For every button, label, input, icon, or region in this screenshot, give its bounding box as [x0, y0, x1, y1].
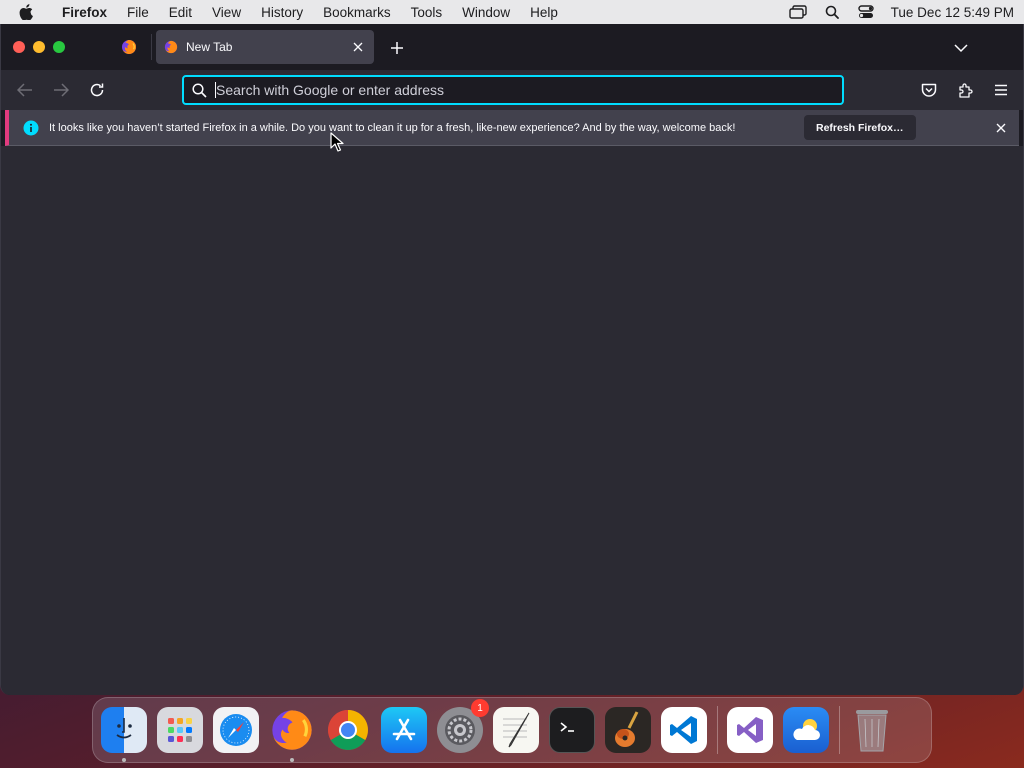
macos-menu-bar: Firefox File Edit View History Bookmarks… [0, 0, 1024, 24]
tab-strip: New Tab [1, 24, 1023, 70]
dock-divider [839, 706, 840, 754]
tab-new-tab[interactable]: New Tab [156, 30, 374, 64]
refresh-firefox-button[interactable]: Refresh Firefox… [804, 115, 916, 140]
forward-button[interactable] [49, 78, 73, 102]
pocket-button[interactable] [917, 78, 941, 102]
pinned-tab-firefox[interactable] [109, 30, 149, 64]
arrow-left-icon [17, 83, 32, 97]
refresh-firefox-notification: It looks like you haven’t started Firefo… [5, 110, 1019, 146]
tab-close-icon[interactable] [350, 39, 366, 55]
menu-bookmarks[interactable]: Bookmarks [313, 0, 401, 24]
window-minimize-button[interactable] [33, 41, 45, 53]
address-bar[interactable] [182, 75, 844, 105]
firefox-window: New Tab Search with Google or enter addr… [0, 24, 1024, 695]
dock-app-store-icon[interactable] [381, 707, 427, 753]
new-tab-page-content[interactable] [1, 146, 1023, 695]
menu-file[interactable]: File [117, 0, 159, 24]
notification-badge: 1 [471, 699, 489, 717]
list-all-tabs-button[interactable] [949, 36, 973, 60]
search-icon [192, 82, 207, 98]
dock-garageband-icon[interactable] [605, 707, 651, 753]
info-icon [23, 120, 39, 135]
dock-terminal-icon[interactable] [549, 707, 595, 753]
reload-button[interactable] [85, 78, 109, 102]
dock-launchpad-icon[interactable] [157, 707, 203, 753]
macos-dock: 1 [92, 697, 932, 763]
notification-close-icon[interactable] [993, 120, 1009, 136]
menubar-clock[interactable]: Tue Dec 12 5:49 PM [883, 5, 1014, 20]
extensions-button[interactable] [953, 78, 977, 102]
menu-view[interactable]: View [202, 0, 251, 24]
firefox-logo-icon [122, 40, 136, 54]
dock-safari-icon[interactable] [213, 707, 259, 753]
dock-trash-icon[interactable] [849, 707, 895, 753]
apple-menu-icon[interactable] [0, 4, 52, 20]
address-input[interactable] [216, 77, 842, 103]
hamburger-menu-icon [995, 84, 1007, 96]
dock-visual-studio-icon[interactable] [727, 707, 773, 753]
menu-app-name[interactable]: Firefox [52, 0, 117, 24]
running-indicator [290, 758, 294, 762]
menu-help[interactable]: Help [520, 0, 568, 24]
window-close-button[interactable] [13, 41, 25, 53]
dock-system-settings-icon[interactable]: 1 [437, 699, 489, 753]
window-controls [13, 41, 65, 53]
control-center-icon[interactable] [849, 5, 883, 19]
mouse-cursor-icon [330, 132, 344, 152]
app-menu-button[interactable] [989, 78, 1013, 102]
window-zoom-button[interactable] [53, 41, 65, 53]
dock-textedit-icon[interactable] [493, 707, 539, 753]
dock-vscode-icon[interactable] [661, 707, 707, 753]
notification-message: It looks like you haven’t started Firefo… [49, 121, 736, 134]
chevron-down-icon [954, 44, 968, 53]
arrow-right-icon [54, 83, 69, 97]
tab-title: New Tab [186, 40, 233, 54]
reload-icon [90, 83, 104, 97]
menu-tools[interactable]: Tools [401, 0, 453, 24]
spotlight-search-icon[interactable] [815, 5, 849, 19]
screen-mirroring-icon[interactable] [781, 5, 815, 19]
dock-finder-icon[interactable] [101, 707, 147, 762]
puzzle-piece-icon [959, 83, 973, 98]
back-button[interactable] [13, 78, 37, 102]
running-indicator [122, 758, 126, 762]
dock-firefox-icon[interactable] [269, 707, 315, 762]
new-tab-button[interactable] [385, 36, 409, 60]
dock-divider [717, 706, 718, 754]
menu-history[interactable]: History [251, 0, 313, 24]
pocket-icon [921, 83, 937, 97]
dock-chrome-icon[interactable] [325, 707, 371, 753]
menu-window[interactable]: Window [452, 0, 520, 24]
plus-icon [391, 42, 403, 54]
tab-separator [151, 34, 152, 60]
dock-weather-icon[interactable] [783, 707, 829, 753]
menu-edit[interactable]: Edit [159, 0, 202, 24]
navigation-toolbar [1, 70, 1023, 110]
firefox-favicon-icon [164, 40, 178, 54]
